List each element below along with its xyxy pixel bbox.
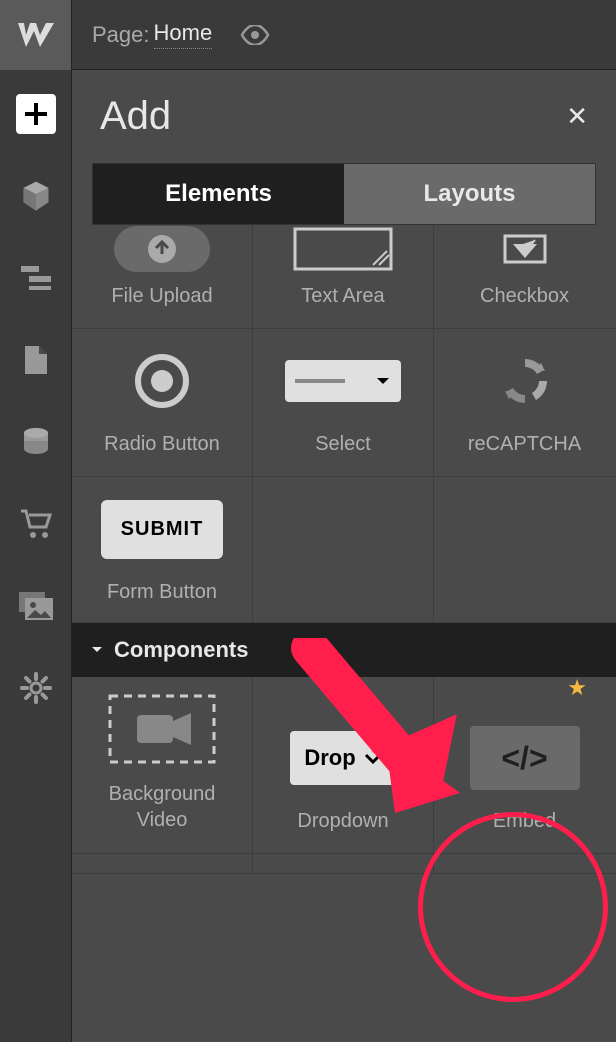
element-select[interactable]: Select <box>253 329 434 476</box>
add-button[interactable] <box>16 94 56 134</box>
chevron-down-icon <box>90 645 104 655</box>
element-label: Radio Button <box>104 433 220 456</box>
recaptcha-icon <box>497 345 553 417</box>
preview-icon[interactable] <box>240 25 270 45</box>
element-label: Select <box>315 433 371 456</box>
dropdown-icon: Drop <box>290 722 395 794</box>
element-label: Text Area <box>301 285 384 308</box>
select-icon <box>285 345 401 417</box>
left-rail <box>0 70 72 1042</box>
ecommerce-icon[interactable] <box>16 504 56 544</box>
section-label: Components <box>114 637 248 663</box>
element-label: Dropdown <box>297 810 388 833</box>
element-checkbox[interactable]: Checkbox <box>434 225 615 328</box>
page-name[interactable]: Home <box>154 20 213 49</box>
file-upload-icon <box>114 225 210 273</box>
element-label: reCAPTCHA <box>468 433 581 456</box>
tab-layouts[interactable]: Layouts <box>344 164 595 224</box>
cms-icon[interactable] <box>16 422 56 462</box>
element-form-button[interactable]: SUBMIT Form Button <box>72 477 253 622</box>
assets-icon[interactable] <box>16 586 56 626</box>
element-radio-button[interactable]: Radio Button <box>72 329 253 476</box>
pages-icon[interactable] <box>16 340 56 380</box>
component-embed[interactable]: ★ </> Embed <box>434 677 615 853</box>
box-icon[interactable] <box>16 176 56 216</box>
navigator-icon[interactable] <box>16 258 56 298</box>
element-label: Embed <box>493 810 556 833</box>
panel-title: Add <box>100 94 171 139</box>
star-icon: ★ <box>567 675 587 701</box>
webflow-logo[interactable] <box>0 0 72 70</box>
close-icon[interactable]: ✕ <box>566 101 588 132</box>
element-label: Form Button <box>107 581 217 604</box>
checkbox-icon <box>503 225 547 273</box>
background-video-icon <box>107 693 217 765</box>
element-label: BackgroundVideo <box>109 781 216 833</box>
page-label: Page: <box>92 22 150 48</box>
section-components[interactable]: Components <box>72 623 616 677</box>
text-area-icon <box>293 225 393 273</box>
embed-icon: </> <box>470 722 580 794</box>
element-text-area[interactable]: Text Area <box>253 225 434 328</box>
tab-elements[interactable]: Elements <box>93 164 344 224</box>
element-label: Checkbox <box>480 285 569 308</box>
component-background-video[interactable]: BackgroundVideo <box>72 677 253 853</box>
add-panel: Add ✕ Elements Layouts File Upload Te <box>72 70 616 1042</box>
element-file-upload[interactable]: File Upload <box>72 225 253 328</box>
radio-icon <box>132 345 192 417</box>
settings-icon[interactable] <box>16 668 56 708</box>
element-label: File Upload <box>111 285 212 308</box>
submit-icon: SUBMIT <box>101 493 224 565</box>
component-dropdown[interactable]: Drop Dropdown <box>253 677 434 853</box>
element-recaptcha[interactable]: reCAPTCHA <box>434 329 615 476</box>
